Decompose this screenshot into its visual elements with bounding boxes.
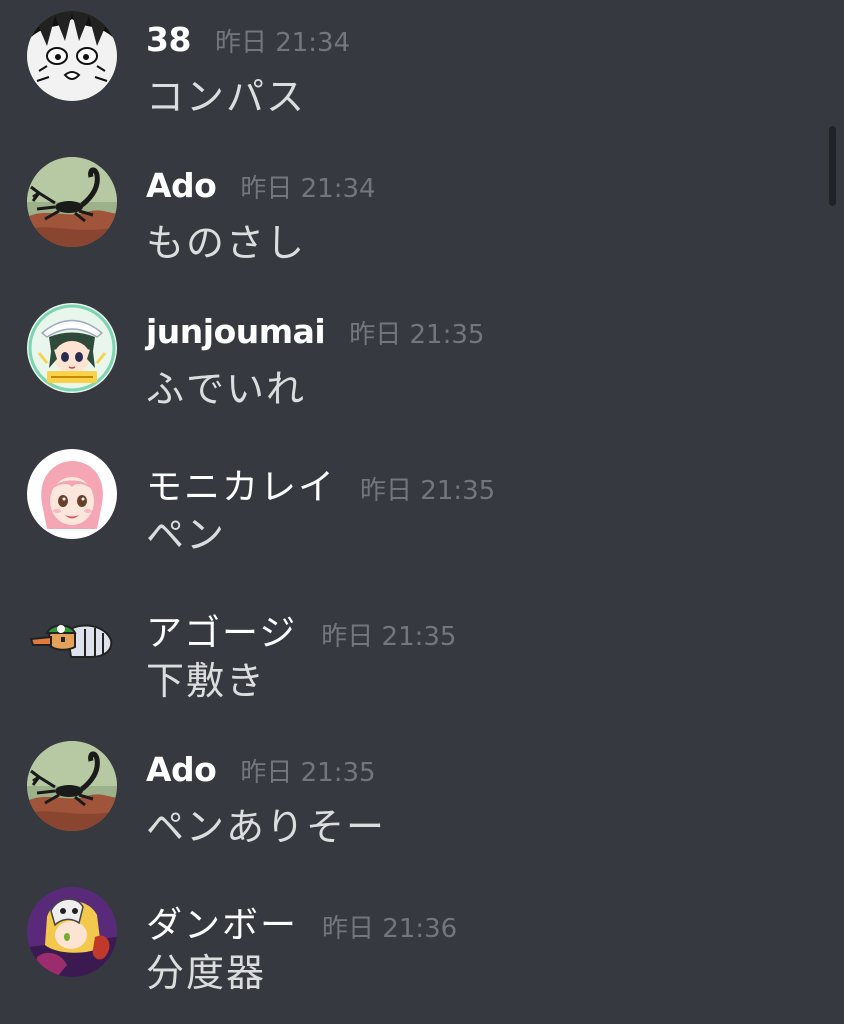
message-content: ペンありそー: [146, 805, 387, 849]
username[interactable]: アゴージ: [146, 604, 297, 656]
timestamp: 昨日 21:36: [322, 914, 458, 944]
message-item: Ado 昨日 21:34 ものさし: [0, 146, 820, 265]
message-item: モニカレイ 昨日 21:35 ペン: [0, 438, 820, 557]
message-header: 38 昨日 21:34: [146, 20, 350, 68]
timestamp: 昨日 21:35: [349, 320, 485, 350]
message-feed[interactable]: 38 昨日 21:34 コンパス Ado 昨日 21:34 ものさし junjo…: [0, 0, 844, 1024]
message-header: モニカレイ 昨日 21:35: [146, 458, 496, 508]
masked-character-avatar[interactable]: [27, 887, 117, 977]
username[interactable]: junjoumai: [146, 312, 326, 351]
timestamp: 昨日 21:35: [360, 476, 496, 506]
message-item: 38 昨日 21:34 コンパス: [0, 0, 820, 119]
username[interactable]: Ado: [146, 166, 217, 205]
message-content: ものさし: [146, 221, 307, 265]
message-content: 下敷き: [146, 659, 267, 703]
timestamp: 昨日 21:34: [214, 28, 351, 58]
pink-hair-girl-avatar[interactable]: [27, 449, 117, 539]
message-item: junjoumai 昨日 21:35 ふでいれ: [0, 292, 820, 411]
message-header: Ado 昨日 21:35: [146, 750, 376, 798]
message-item: ダンボー 昨日 21:36 分度器: [0, 876, 820, 995]
timestamp: 昨日 21:35: [240, 758, 376, 788]
timestamp: 昨日 21:34: [240, 174, 376, 204]
message-header: ダンボー 昨日 21:36: [146, 896, 458, 946]
username[interactable]: 38: [146, 20, 191, 59]
message-content: ふでいれ: [146, 367, 307, 411]
message-content: 分度器: [146, 951, 267, 995]
scrollbar[interactable]: [829, 126, 836, 206]
manga-face-avatar[interactable]: [27, 11, 117, 101]
pixel-creature-avatar[interactable]: [27, 595, 117, 685]
scorpion-avatar[interactable]: [27, 741, 117, 831]
message-item: アゴージ 昨日 21:35 下敷き: [0, 584, 820, 703]
message-item: Ado 昨日 21:35 ペンありそー: [0, 730, 820, 849]
scorpion-avatar[interactable]: [27, 157, 117, 247]
username[interactable]: ダンボー: [146, 896, 298, 948]
anime-girl-hat-avatar[interactable]: [27, 303, 117, 393]
username[interactable]: モニカレイ: [146, 458, 336, 510]
message-content: コンパス: [146, 75, 307, 119]
message-header: アゴージ 昨日 21:35: [146, 604, 457, 654]
message-header: Ado 昨日 21:34: [146, 166, 376, 214]
message-content: ペン: [146, 513, 227, 557]
timestamp: 昨日 21:35: [321, 622, 457, 652]
username[interactable]: Ado: [146, 750, 217, 789]
message-header: junjoumai 昨日 21:35: [146, 312, 484, 360]
